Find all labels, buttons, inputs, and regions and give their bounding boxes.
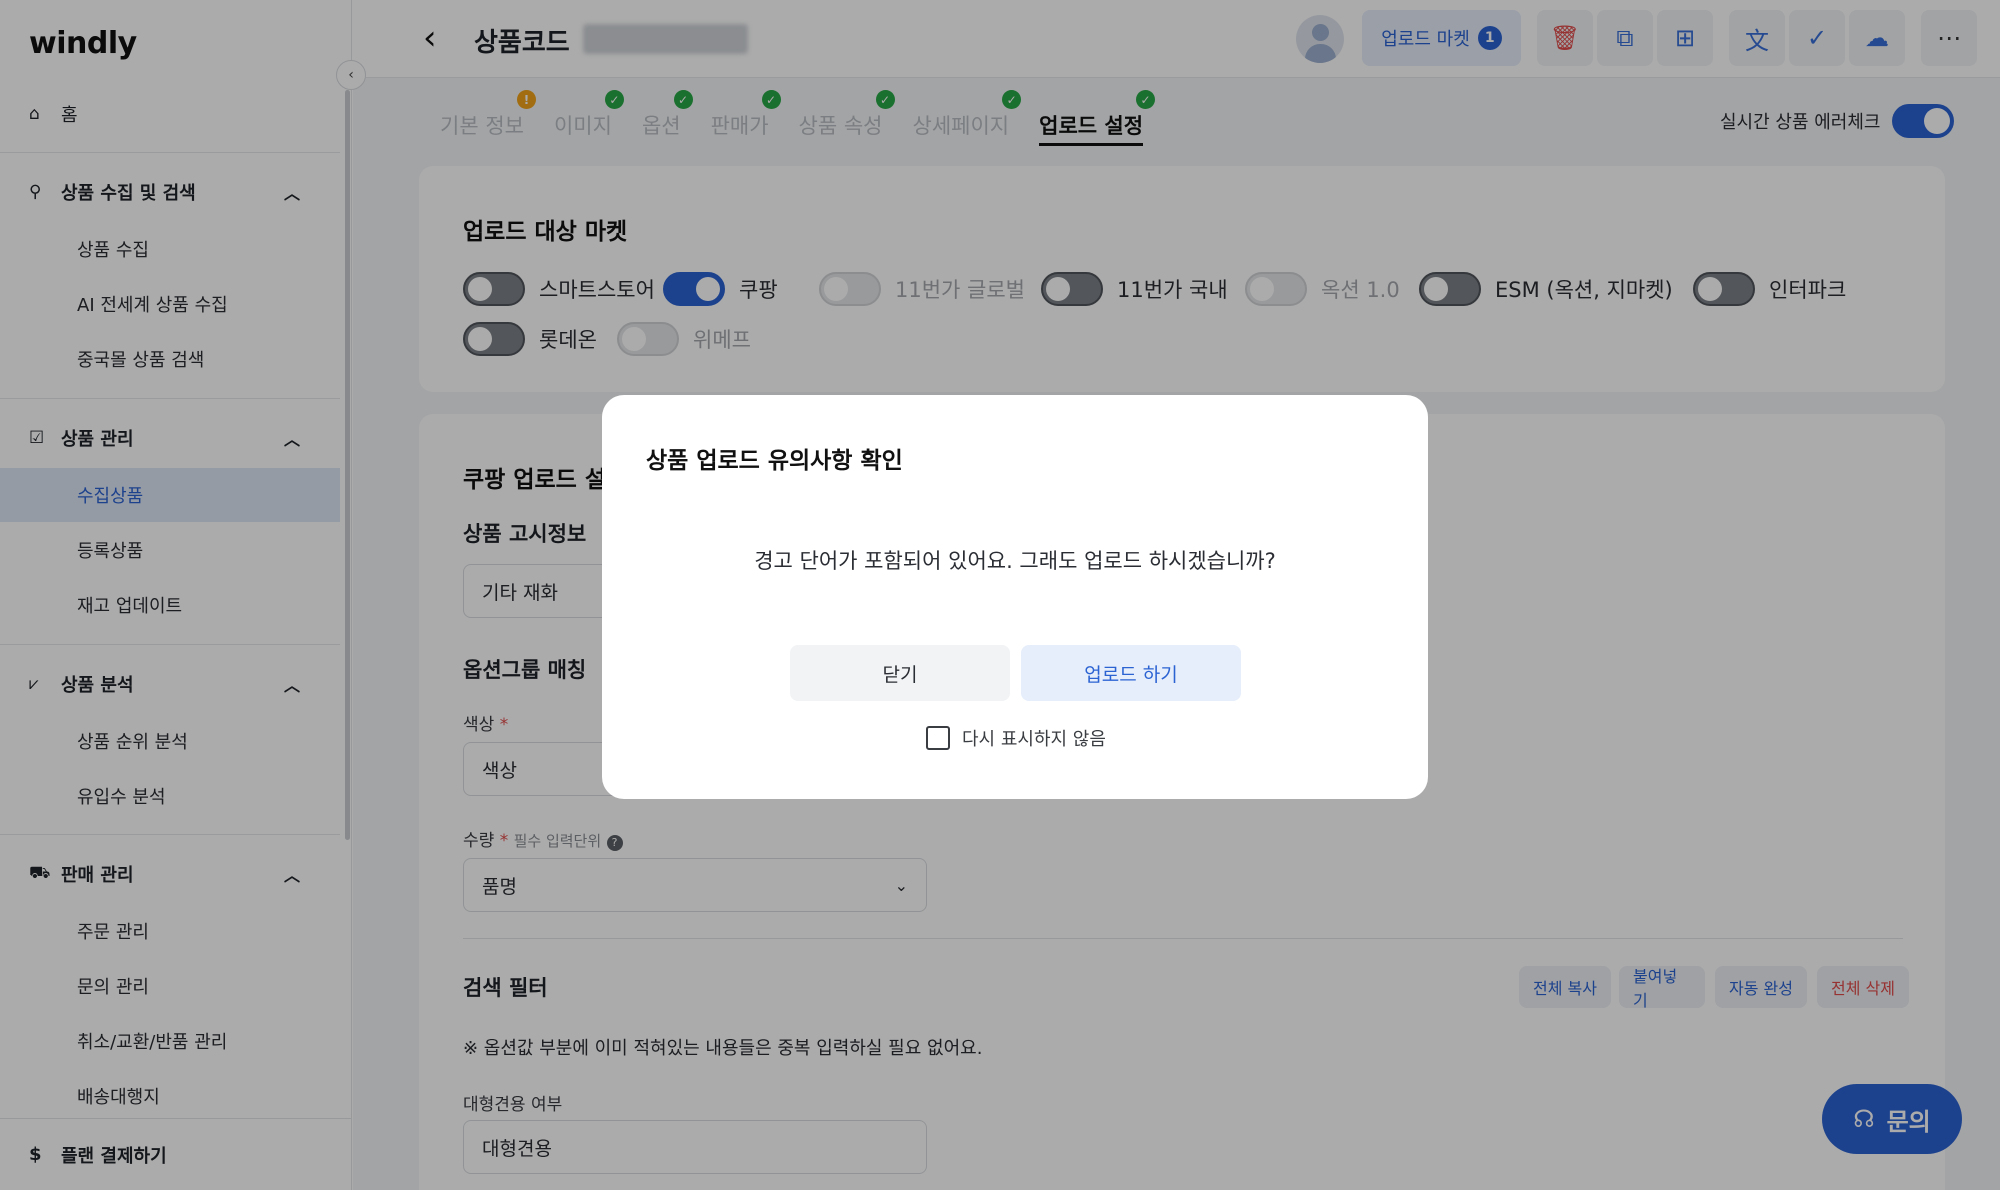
modal-message: 경고 단어가 포함되어 있어요. 그래도 업로드 하시겠습니까? (754, 549, 1276, 573)
dont-show-again-checkbox[interactable]: 다시 표시하지 않음 (926, 725, 1106, 751)
upload-button[interactable]: 업로드 하기 (1021, 645, 1241, 701)
checkbox-label: 다시 표시하지 않음 (962, 729, 1106, 750)
checkbox[interactable] (926, 726, 950, 750)
close-button[interactable]: 닫기 (790, 645, 1010, 701)
upload-warning-modal: 상품 업로드 유의사항 확인 경고 단어가 포함되어 있어요. 그래도 업로드 … (602, 395, 1428, 799)
modal-title: 상품 업로드 유의사항 확인 (646, 448, 903, 474)
